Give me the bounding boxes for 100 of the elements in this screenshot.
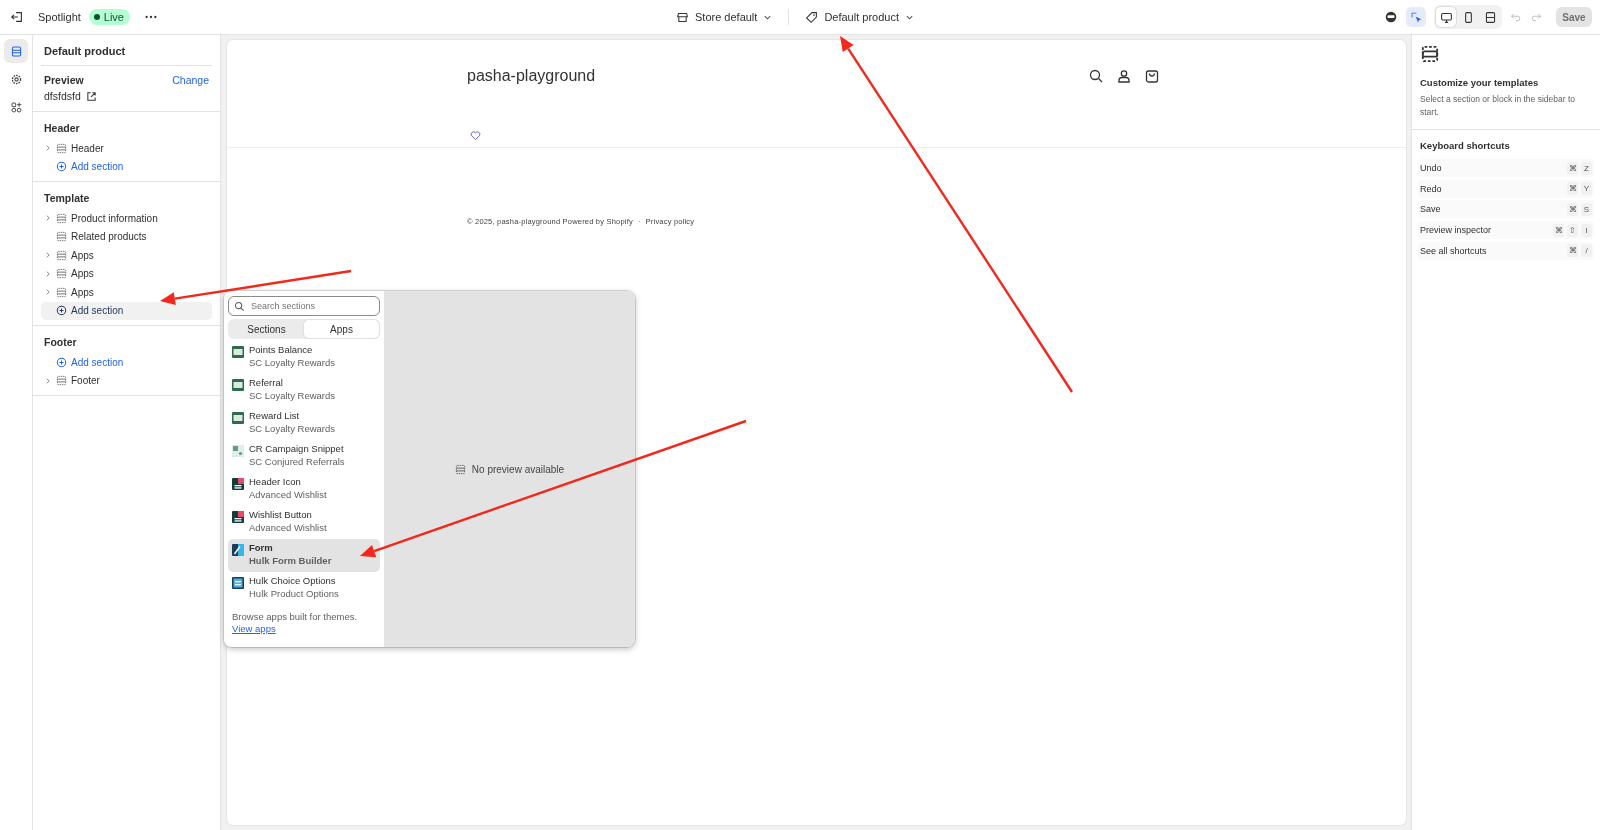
app-logo-icon — [232, 346, 244, 358]
block-title: Hulk Choice Options — [249, 575, 337, 586]
section-icon — [56, 212, 67, 224]
external-link-icon[interactable] — [85, 90, 97, 102]
section-item[interactable]: Apps — [41, 264, 212, 283]
key-cap: I — [1581, 223, 1592, 237]
app-block-item[interactable]: Reward List SC Loyalty Rewards — [228, 407, 380, 440]
sections-tab[interactable] — [4, 39, 28, 63]
key-cap: ⌘ — [1567, 202, 1578, 216]
key-cap: ⌘ — [1567, 244, 1578, 258]
tag-icon — [805, 10, 819, 24]
chevron-right-icon[interactable] — [44, 288, 52, 297]
key-cap: ⌘ — [1567, 182, 1578, 196]
group-title: Template — [43, 191, 91, 206]
store-icon — [676, 10, 689, 24]
shortcuts-title: Keyboard shortcuts — [1419, 140, 1511, 153]
chevron-right-icon[interactable] — [44, 214, 52, 223]
app-name: SC Loyalty Rewards — [249, 423, 336, 434]
app-block-item[interactable]: Header Icon Advanced Wishlist — [228, 473, 380, 506]
app-block-item[interactable]: Wishlist Button Advanced Wishlist — [228, 506, 380, 539]
group-title: Header — [43, 121, 81, 136]
section-item[interactable]: Apps — [41, 283, 212, 302]
app-block-item[interactable]: CR Campaign Snippet SC Conjured Referrals — [228, 440, 380, 473]
app-block-item[interactable]: Hulk Choice Options Hulk Product Options — [228, 572, 380, 605]
shortcut-label: Undo — [1420, 163, 1442, 173]
template-selector[interactable]: Default product — [801, 8, 918, 26]
section-item[interactable]: Footer — [41, 371, 212, 390]
block-title: CR Campaign Snippet — [249, 443, 345, 454]
search-icon — [234, 300, 245, 312]
cart-icon[interactable] — [1144, 68, 1160, 84]
no-preview-text: No preview available — [471, 463, 565, 475]
add-section-button[interactable]: Add section — [41, 157, 212, 176]
section-item[interactable]: Related products — [41, 227, 212, 246]
section-item[interactable]: Apps — [41, 246, 212, 265]
app-block-item[interactable]: Points Balance SC Loyalty Rewards — [228, 341, 380, 374]
app-logo-icon — [232, 577, 244, 589]
preview-product-name: dfsfdsfd — [44, 90, 81, 102]
store-selector[interactable]: Store default — [672, 8, 777, 26]
settings-icon — [9, 72, 23, 86]
block-title: Form — [249, 542, 274, 553]
key-cap: Y — [1581, 182, 1592, 196]
key-cap: ⌘ — [1553, 223, 1564, 237]
panel-title: Customize your templates — [1420, 77, 1540, 88]
plus-circle-icon — [56, 305, 67, 317]
app-logo-icon — [232, 478, 244, 490]
template-section-icon — [1421, 45, 1439, 63]
search-icon[interactable] — [1088, 68, 1104, 84]
desktop-view-button[interactable] — [1436, 7, 1456, 27]
browse-apps-text: Browse apps built for themes. View apps — [232, 611, 359, 635]
app-block-item[interactable]: Referral SC Loyalty Rewards — [228, 374, 380, 407]
exit-icon[interactable] — [10, 10, 24, 24]
shop-name[interactable]: pasha-playground — [467, 67, 596, 85]
section-item[interactable]: Header — [41, 139, 212, 158]
app-name: Hulk Form Builder — [249, 555, 332, 566]
live-badge: Live — [88, 9, 130, 25]
preview-label: Preview — [44, 74, 84, 86]
popover-tab[interactable]: Sections — [229, 320, 304, 338]
app-logo-icon — [232, 379, 244, 391]
block-title: Wishlist Button — [249, 509, 313, 520]
section-icon — [56, 231, 67, 243]
shortcut-label: Preview inspector — [1420, 225, 1492, 236]
app-name: SC Loyalty Rewards — [249, 357, 336, 368]
section-icon — [56, 268, 67, 280]
block-title: Reward List — [249, 410, 301, 421]
popover-tab[interactable]: Apps — [304, 320, 379, 338]
heart-icon[interactable] — [470, 130, 481, 141]
key-cap: ⌘ — [1567, 161, 1578, 175]
section-icon — [454, 463, 466, 475]
app-name: Spotlight — [38, 11, 81, 23]
app-block-item[interactable]: Form Hulk Form Builder — [228, 539, 380, 572]
desktop-icon — [1439, 10, 1453, 24]
panel-description: Select a section or block in the sidebar to start. — [1420, 93, 1576, 119]
sections-icon — [9, 44, 23, 58]
key-cap: Z — [1581, 161, 1592, 175]
account-icon[interactable] — [1116, 68, 1132, 84]
chevron-right-icon[interactable] — [44, 144, 52, 153]
shortcut-label: See all shortcuts — [1420, 245, 1487, 256]
key-cap: S — [1581, 202, 1592, 216]
shortcut-label: Save — [1420, 204, 1441, 215]
block-title: Header Icon — [249, 476, 302, 487]
section-icon — [56, 286, 67, 298]
add-section-button[interactable]: Add section — [41, 353, 212, 372]
add-section-button[interactable]: Add section — [41, 301, 212, 320]
app-name: SC Loyalty Rewards — [249, 390, 336, 401]
block-title: Points Balance — [249, 344, 314, 355]
inspector-button[interactable] — [1406, 7, 1426, 27]
key-cap: ⇧ — [1567, 223, 1578, 237]
section-icon — [56, 142, 67, 154]
app-name: Hulk Product Options — [249, 588, 339, 599]
search-field[interactable]: Search sections — [228, 296, 380, 316]
full-width-icon — [1483, 10, 1497, 24]
sidebar-title: Default product — [41, 35, 212, 66]
apps-icon — [9, 100, 23, 114]
app-logo-icon — [232, 445, 244, 457]
chevron-right-icon[interactable] — [44, 376, 52, 385]
section-item[interactable]: Product information — [41, 209, 212, 228]
plus-circle-icon — [56, 356, 67, 368]
plus-circle-icon — [56, 161, 67, 173]
view-apps-link[interactable]: View apps — [232, 623, 276, 634]
change-link[interactable]: Change — [172, 74, 209, 86]
